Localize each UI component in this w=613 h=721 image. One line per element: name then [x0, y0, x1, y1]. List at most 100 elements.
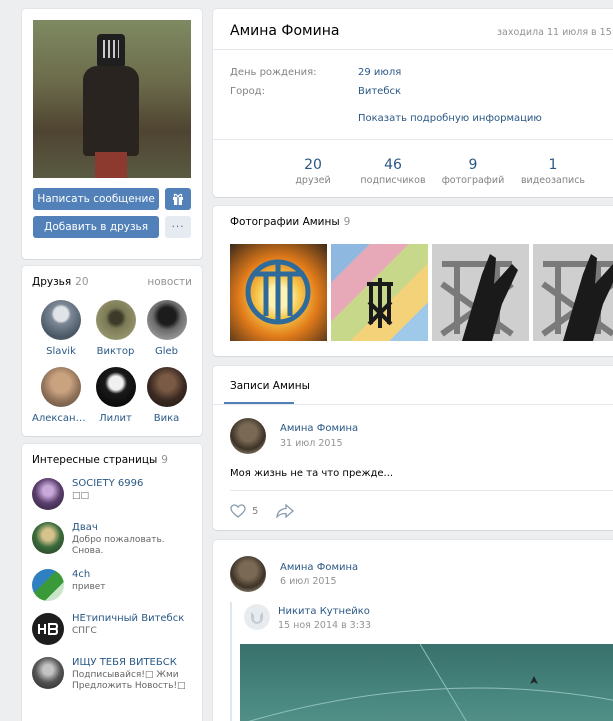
post-date[interactable]: 6 июл 2015 — [280, 576, 337, 587]
more-actions-button[interactable]: ··· — [165, 216, 191, 238]
photos-count: 9 — [343, 216, 351, 228]
repost-author-avatar[interactable] — [244, 604, 270, 630]
counter-value: 1 — [548, 157, 558, 173]
profile-photo[interactable] — [33, 20, 191, 178]
page-item[interactable]: Двач Добро пожаловать. Снова. — [32, 522, 192, 557]
symbol-icon — [367, 278, 393, 328]
friend-item[interactable]: Gleb — [141, 300, 192, 357]
counter-followers[interactable]: 46 подписчиков — [353, 157, 433, 186]
page-title: 4ch — [72, 569, 91, 580]
city-label: Город: — [230, 86, 265, 97]
photo-mask — [97, 34, 125, 68]
friend-avatar — [41, 300, 81, 340]
page-title: ИЩУ ТЕБЯ ВИТЕБСК — [72, 657, 177, 668]
friend-item[interactable]: Лилит — [90, 367, 141, 424]
photo-figure — [83, 66, 139, 156]
gift-icon — [173, 193, 184, 205]
like-count: 5 — [252, 505, 259, 517]
page-title: Двач — [72, 522, 98, 533]
page-avatar — [32, 657, 64, 689]
divider — [213, 49, 613, 50]
counter-friends[interactable]: 20 друзей — [273, 157, 353, 186]
post-author-avatar[interactable] — [230, 418, 266, 454]
profile-name: Амина Фомина — [230, 23, 340, 39]
page-avatar — [32, 569, 64, 601]
friend-item[interactable]: Виктор — [90, 300, 141, 357]
page-description: СПГС — [72, 626, 97, 636]
friends-count: 20 — [75, 276, 89, 288]
pages-title: Интересные страницы — [32, 454, 158, 466]
page-description: Добро пожаловать. Снова. — [72, 535, 165, 556]
repost-photo[interactable] — [240, 644, 613, 721]
photo-thumbnail[interactable] — [432, 244, 529, 341]
friends-header[interactable]: Друзья 20 — [32, 276, 89, 288]
counter-photos[interactable]: 9 фотографий — [433, 157, 513, 186]
photos-card: Фотографии Амины 9 — [213, 206, 613, 356]
profile-photo-card: Написать сообщение Добавить в друзья ··· — [22, 9, 202, 259]
counter-label: фотографий — [441, 175, 505, 186]
friend-item[interactable]: Slavik — [32, 300, 90, 357]
photo-thumbnail[interactable] — [533, 244, 613, 341]
counter-videos[interactable]: 1 видеозапись — [513, 157, 593, 186]
tab-wall-posts[interactable]: Записи Амины — [230, 380, 310, 392]
page-description: □□ — [72, 491, 90, 501]
post-author-name[interactable]: Амина Фомина — [280, 562, 358, 573]
repost-author-name[interactable]: Никита Кутнейко — [278, 606, 370, 617]
photo-figure-legs — [95, 152, 127, 178]
friend-avatar — [95, 367, 136, 407]
profile-counters: 20 друзей 46 подписчиков 9 фотографий 1 виде… — [273, 157, 593, 186]
counter-value: 20 — [304, 157, 322, 173]
page-logo-icon — [38, 623, 59, 635]
friend-avatar — [146, 300, 187, 340]
last-seen-status: заходила 11 июля в 15:1 — [497, 27, 613, 38]
like-icon[interactable] — [230, 504, 246, 518]
post-date[interactable]: 31 июл 2015 — [280, 438, 343, 449]
send-message-button[interactable]: Написать сообщение — [33, 188, 160, 210]
page-title: НЕтипичный Витебск — [72, 613, 185, 624]
page-description: привет — [72, 582, 106, 592]
counter-value: 9 — [468, 157, 478, 173]
counter-label: друзей — [295, 175, 331, 186]
photos-title: Фотографии Амины — [230, 216, 340, 228]
profile-info-card: Амина Фомина заходила 11 июля в 15:1 Ден… — [213, 9, 613, 197]
divider — [230, 490, 613, 491]
page-item[interactable]: 4ch привет — [32, 569, 192, 601]
show-more-info-link[interactable]: Показать подробную информацию — [358, 113, 542, 124]
add-friend-button[interactable]: Добавить в друзья — [33, 216, 160, 238]
gift-button[interactable] — [165, 188, 191, 210]
default-avatar-icon — [251, 612, 263, 624]
counter-label: видеозапись — [520, 175, 586, 186]
pages-count: 9 — [161, 454, 168, 466]
friend-name: Виктор — [96, 346, 135, 357]
symbol-icon — [440, 254, 518, 341]
friend-name: Александ... — [32, 413, 90, 424]
friend-avatar — [146, 367, 187, 407]
friend-name: Лилит — [99, 413, 132, 424]
birthday-value[interactable]: 29 июля — [358, 67, 401, 78]
page-item[interactable]: НЕтипичный Витебск СПГС — [32, 613, 192, 645]
page-item[interactable]: SOCIETY 6996 □□ — [32, 478, 192, 510]
divider — [213, 404, 613, 405]
symbol-icon — [541, 254, 613, 341]
friends-news-link[interactable]: новости — [147, 276, 192, 288]
post-author-avatar[interactable] — [230, 556, 266, 592]
sky-wires-image — [248, 644, 613, 721]
page-avatar — [32, 522, 64, 554]
friend-avatar — [95, 300, 136, 340]
share-icon[interactable] — [276, 504, 295, 518]
photos-header[interactable]: Фотографии Амины 9 — [230, 216, 350, 228]
city-value[interactable]: Витебск — [358, 86, 401, 97]
photo-thumbnail[interactable] — [230, 244, 327, 341]
friend-name: Вика — [153, 413, 180, 424]
friend-item[interactable]: Вика — [141, 367, 192, 424]
friend-name: Gleb — [154, 346, 179, 357]
page-title: SOCIETY 6996 — [72, 478, 144, 489]
friend-item[interactable]: Александ... — [32, 367, 90, 424]
friends-title: Друзья — [32, 276, 72, 288]
post-author-name[interactable]: Амина Фомина — [280, 423, 358, 434]
pages-header[interactable]: Интересные страницы 9 — [32, 454, 168, 466]
photo-thumbnail[interactable] — [331, 244, 428, 341]
page-item[interactable]: ИЩУ ТЕБЯ ВИТЕБСК Подписывайся!□ Жми Предл… — [32, 657, 192, 692]
counter-value: 46 — [384, 157, 402, 173]
repost-date[interactable]: 15 ноя 2014 в 3:33 — [278, 620, 371, 631]
